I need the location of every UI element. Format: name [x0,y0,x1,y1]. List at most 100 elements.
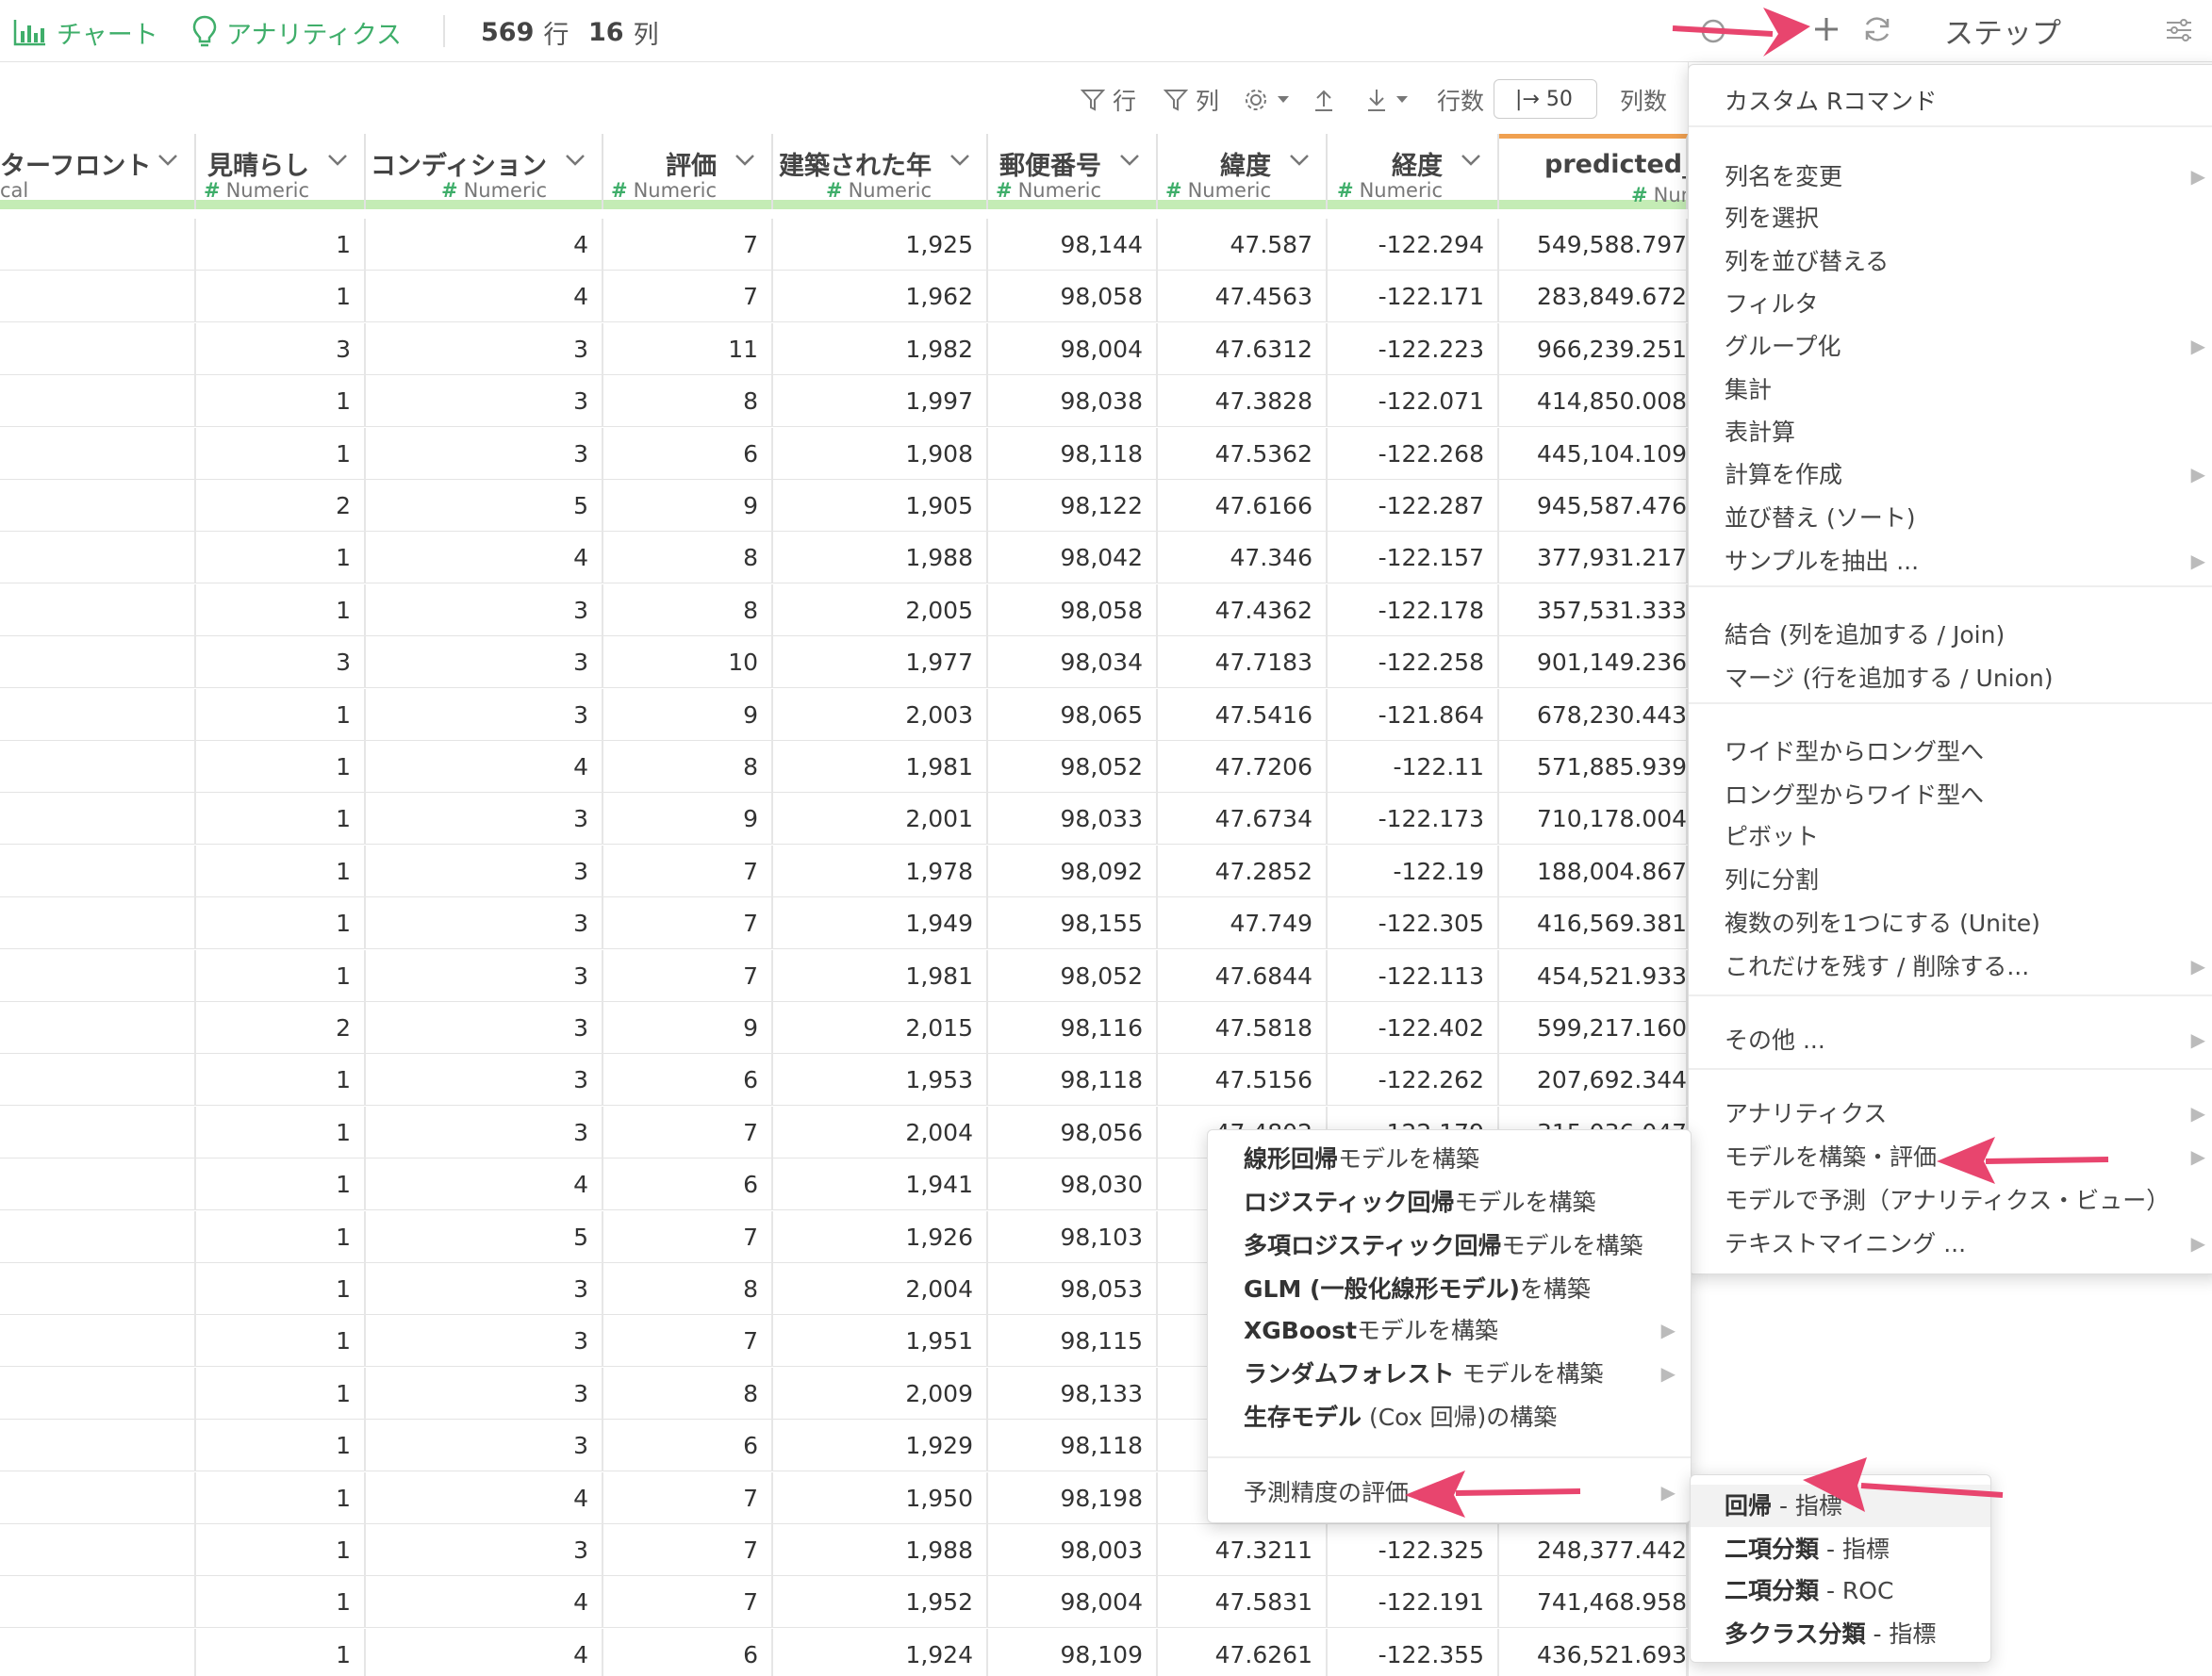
table-cell[interactable]: 98,052 [988,741,1158,793]
table-cell[interactable]: 3 [366,375,603,428]
table-cell[interactable]: 7 [603,1576,773,1629]
table-cell[interactable]: -122.355 [1328,1628,1499,1676]
table-cell[interactable]: 98,004 [988,1576,1158,1629]
table-cell[interactable] [0,636,196,689]
table-cell[interactable]: 5 [366,480,603,532]
comment-icon[interactable] [1697,15,1729,47]
settings-button[interactable] [1243,81,1297,119]
evaluation-menu-item[interactable]: 二項分類 - ROC [1691,1569,1990,1612]
table-cell[interactable]: 2,004 [773,1106,988,1158]
table-cell[interactable] [0,1471,196,1524]
table-cell[interactable]: 7 [603,271,773,323]
table-cell[interactable]: 9 [603,1002,773,1054]
table-cell[interactable]: -121.864 [1328,688,1499,741]
table-cell[interactable]: 47.749 [1158,897,1328,950]
table-cell[interactable]: 98,038 [988,375,1158,428]
table-cell[interactable] [0,583,196,636]
table-cell[interactable]: 3 [366,322,603,375]
table-cell[interactable] [0,532,196,584]
table-cell[interactable]: 7 [603,1471,773,1524]
table-cell[interactable]: 47.6844 [1158,949,1328,1002]
table-cell[interactable]: 2,009 [773,1367,988,1420]
table-cell[interactable]: 1,950 [773,1471,988,1524]
table-cell[interactable]: 98,030 [988,1158,1158,1211]
table-cell[interactable]: 98,103 [988,1210,1158,1263]
menu-item[interactable]: 列を並び替える [1689,240,2212,283]
menu-item[interactable]: モデルを構築・評価 ... ▶ [1689,1136,2212,1178]
table-cell[interactable]: 47.5818 [1158,1002,1328,1054]
table-cell[interactable]: -122.178 [1328,583,1499,636]
table-cell[interactable]: -122.305 [1328,897,1499,950]
column-header[interactable]: 見晴らし # Numeric [196,134,366,209]
table-cell[interactable]: 1 [196,1315,366,1368]
table-cell[interactable]: 6 [603,427,773,480]
table-cell[interactable]: 2,001 [773,793,988,846]
table-cell[interactable]: 1,951 [773,1315,988,1368]
menu-item[interactable]: 列に分割 [1689,859,2212,901]
menu-item[interactable]: ワイド型からロング型へ [1689,731,2212,773]
table-cell[interactable] [0,741,196,793]
menu-item[interactable]: 複数の列を1つにする (Unite) [1689,902,2212,945]
table-cell[interactable]: 4 [366,1158,603,1211]
evaluation-menu-item[interactable]: 二項分類 - 指標 [1691,1528,1990,1570]
table-cell[interactable]: 1,908 [773,427,988,480]
table-cell[interactable]: 2,004 [773,1263,988,1315]
table-cell[interactable]: 1 [196,1054,366,1107]
table-cell[interactable]: 2,015 [773,1002,988,1054]
table-cell[interactable]: 47.5362 [1158,427,1328,480]
table-cell[interactable]: 8 [603,1367,773,1420]
chevron-down-icon[interactable] [326,153,349,168]
evaluation-menu-item[interactable]: 多クラス分類 - 指標 [1691,1613,1990,1655]
table-cell[interactable] [0,480,196,532]
table-cell[interactable]: 416,569.381565 [1499,897,1688,950]
download-button[interactable] [1365,81,1416,119]
table-cell[interactable]: 4 [366,1628,603,1676]
table-cell[interactable]: 8 [603,741,773,793]
row-filter-button[interactable]: 行 [1081,81,1136,119]
col-filter-button[interactable]: 列 [1164,81,1219,119]
table-cell[interactable] [0,1315,196,1368]
table-cell[interactable]: 8 [603,375,773,428]
table-cell[interactable]: 47.3828 [1158,375,1328,428]
table-cell[interactable]: 47.4362 [1158,583,1328,636]
table-cell[interactable]: 3 [366,636,603,689]
table-cell[interactable]: -122.268 [1328,427,1499,480]
table-cell[interactable]: 98,118 [988,1054,1158,1107]
table-cell[interactable]: 98,133 [988,1367,1158,1420]
chevron-down-icon[interactable] [1118,153,1141,168]
table-cell[interactable]: 10 [603,636,773,689]
table-cell[interactable]: 1,988 [773,532,988,584]
table-cell[interactable]: 98,116 [988,1002,1158,1054]
table-cell[interactable]: 3 [366,1367,603,1420]
table-cell[interactable]: -122.325 [1328,1524,1499,1576]
table-cell[interactable]: 47.5156 [1158,1054,1328,1107]
table-cell[interactable]: 3 [366,1054,603,1107]
table-cell[interactable]: 1,981 [773,741,988,793]
table-cell[interactable]: 1 [196,583,366,636]
table-cell[interactable]: 188,004.867958 [1499,845,1688,897]
column-header[interactable]: ターフロント cal [0,134,196,209]
add-step-button[interactable] [1810,13,1842,45]
table-cell[interactable]: 98,052 [988,949,1158,1002]
table-cell[interactable]: 1 [196,1576,366,1629]
rows-count-input[interactable]: |→ 50 [1494,79,1597,119]
table-cell[interactable] [0,1158,196,1211]
table-cell[interactable]: 1,941 [773,1158,988,1211]
table-cell[interactable]: 98,065 [988,688,1158,741]
table-cell[interactable]: 1 [196,219,366,271]
model-menu-item[interactable]: ランダムフォレスト モデルを構築 ▶ [1208,1353,1691,1395]
table-cell[interactable]: -122.223 [1328,322,1499,375]
table-cell[interactable]: 2 [196,480,366,532]
table-cell[interactable] [0,1002,196,1054]
table-cell[interactable] [0,1367,196,1420]
table-cell[interactable]: 3 [366,793,603,846]
table-cell[interactable]: 1,981 [773,949,988,1002]
table-cell[interactable] [0,1210,196,1263]
table-cell[interactable]: 47.587 [1158,219,1328,271]
chevron-down-icon[interactable] [949,153,971,168]
table-cell[interactable]: 3 [366,1524,603,1576]
table-cell[interactable]: -122.402 [1328,1002,1499,1054]
table-cell[interactable]: -122.11 [1328,741,1499,793]
model-menu-item[interactable]: XGBoostモデルを構築 ▶ [1208,1309,1691,1352]
table-cell[interactable]: 4 [366,532,603,584]
